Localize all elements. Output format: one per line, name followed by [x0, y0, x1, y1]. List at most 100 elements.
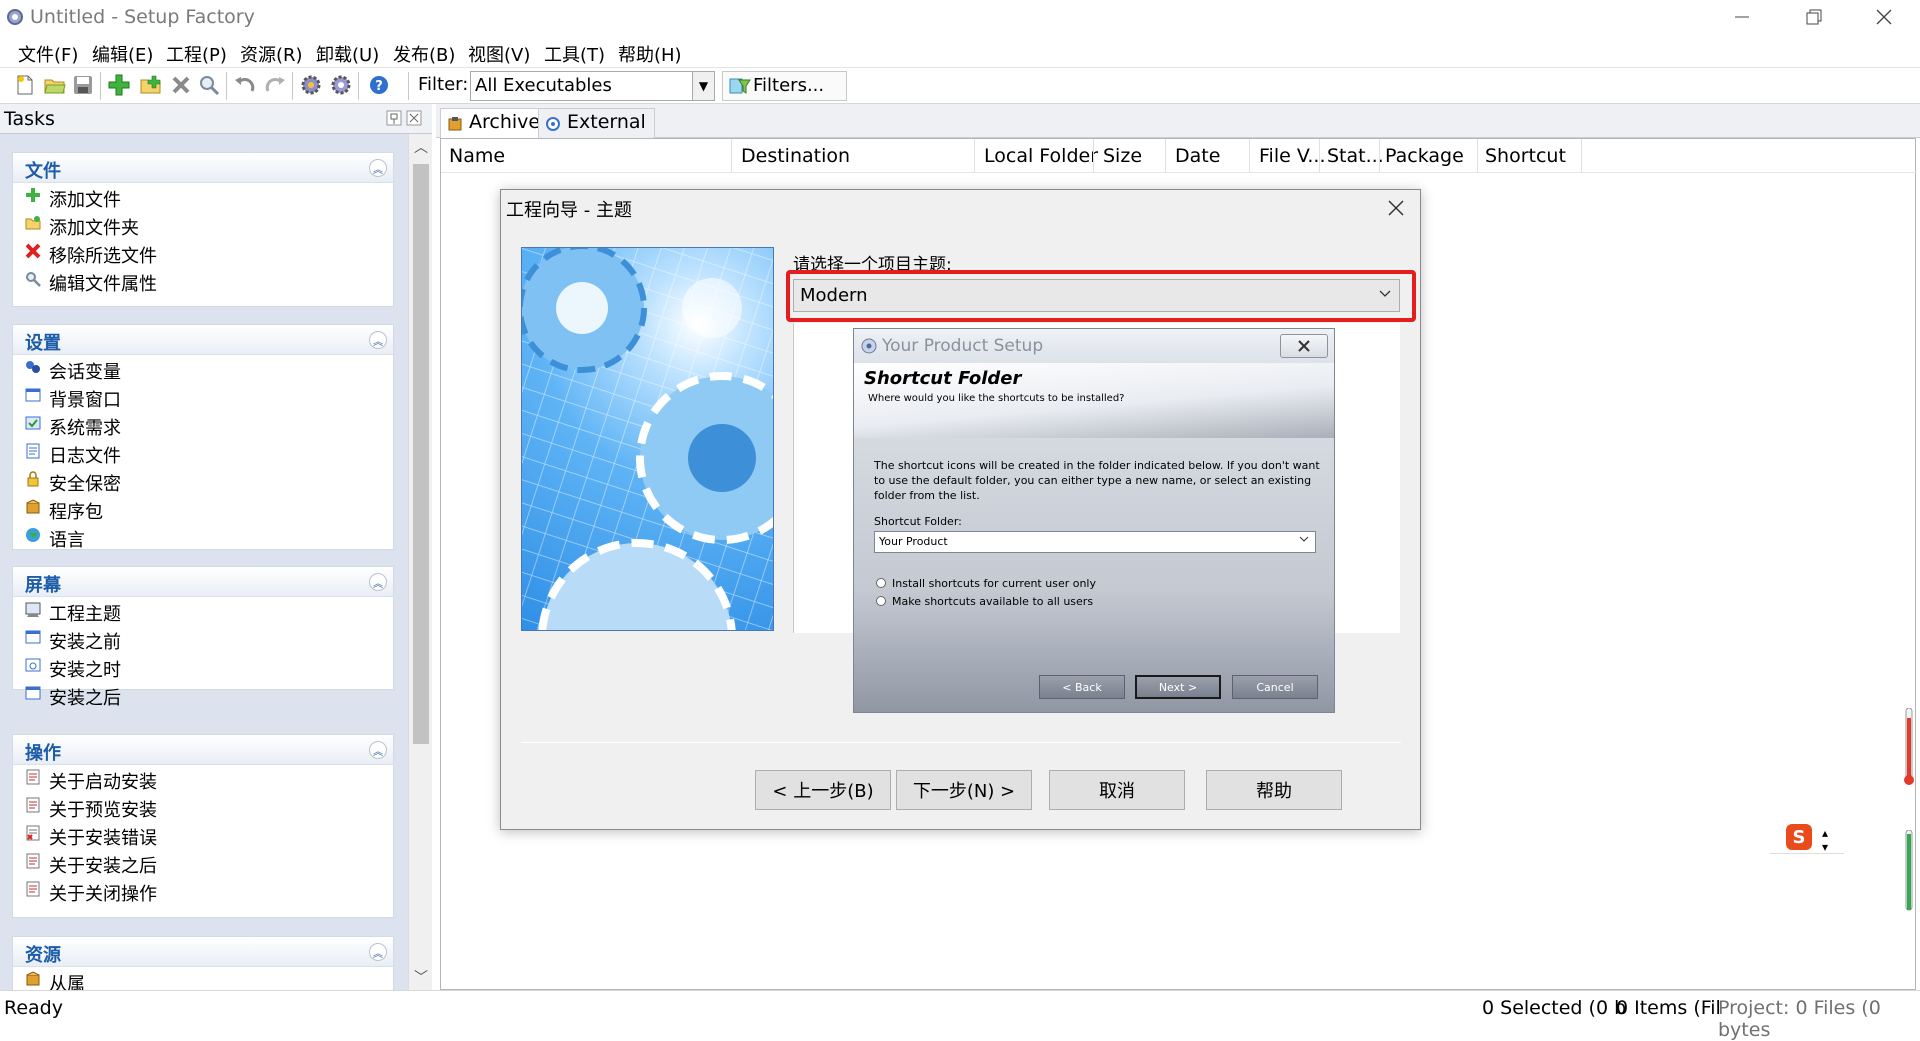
task-packages[interactable]: 程序包 [13, 495, 393, 523]
scroll-up-icon[interactable]: ︿ [409, 136, 433, 158]
section-actions-header[interactable]: 操作 ︽ [13, 735, 393, 765]
section-screens-header[interactable]: 屏幕 ︽ [13, 567, 393, 597]
pin-icon[interactable] [386, 110, 402, 131]
task-before-install[interactable]: 安装之前 [13, 625, 393, 653]
column-local-folder[interactable]: Local Folder [984, 145, 1098, 167]
add-folder-icon[interactable] [138, 72, 164, 98]
close-button[interactable] [1848, 0, 1920, 34]
wizard-cancel-button[interactable]: 取消 [1049, 770, 1185, 810]
column-size[interactable]: Size [1103, 145, 1142, 167]
menu-resources[interactable]: 资源(R) [240, 41, 303, 67]
column-name[interactable]: Name [449, 145, 505, 167]
task-security[interactable]: 安全保密 [13, 467, 393, 495]
settings-gear-icon[interactable] [328, 72, 354, 98]
collapse-icon[interactable]: ︽ [369, 943, 387, 961]
remove-icon[interactable] [168, 72, 194, 98]
ime-toolbar[interactable]: S ▴ ▾ [1770, 820, 1844, 854]
wizard-cancel-label: 取消 [1099, 781, 1135, 802]
menu-publish[interactable]: 发布(B) [393, 41, 455, 67]
add-file-icon[interactable] [106, 72, 132, 98]
task-system-requirements[interactable]: 系统需求 [13, 411, 393, 439]
task-on-startup[interactable]: 关于启动安装 [13, 765, 393, 793]
column-date[interactable]: Date [1175, 145, 1220, 167]
column-status[interactable]: Stat... [1327, 145, 1384, 167]
task-on-shutdown[interactable]: 关于关闭操作 [13, 877, 393, 905]
task-on-post-install[interactable]: 关于安装之后 [13, 849, 393, 877]
screen-icon [25, 685, 41, 701]
task-log-file-label: 日志文件 [49, 446, 121, 467]
undo-icon[interactable] [232, 72, 258, 98]
task-on-preload[interactable]: 关于预览安装 [13, 793, 393, 821]
restore-button[interactable] [1778, 0, 1850, 34]
task-session-vars[interactable]: 会话变量 [13, 355, 393, 383]
scroll-thumb[interactable] [413, 164, 429, 744]
preview-folder-select: Your Product [874, 531, 1316, 553]
search-icon[interactable] [196, 72, 222, 98]
task-background-window[interactable]: 背景窗口 [13, 383, 393, 411]
menu-tools[interactable]: 工具(T) [544, 41, 605, 67]
tasks-pane: Tasks 文件 ︽ 添加文件 添加文件夹 移除所选文件 编辑文件属性 设置 ︽… [0, 104, 432, 990]
task-during-install[interactable]: 安装之时 [13, 653, 393, 681]
task-remove-files[interactable]: 移除所选文件 [13, 239, 393, 267]
preview-back-button: < Back [1039, 675, 1125, 699]
preview-radio-all-users-label: Make shortcuts available to all users [892, 595, 1094, 608]
ime-menu-icon[interactable]: ▴ ▾ [1822, 826, 1828, 854]
tab-external[interactable]: External [538, 108, 655, 138]
wizard-divider [521, 742, 1401, 743]
help-icon[interactable]: ? [366, 72, 392, 98]
tab-archive[interactable]: Archive [440, 108, 550, 138]
wizard-side-image [521, 247, 774, 631]
task-after-install[interactable]: 安装之后 [13, 681, 393, 709]
filter-select[interactable]: All Executables ▼ [470, 71, 715, 101]
menu-view[interactable]: 视图(V) [468, 41, 530, 67]
column-file-version[interactable]: File V... [1259, 145, 1326, 167]
sogou-ime-icon[interactable]: S [1786, 824, 1812, 850]
section-resources-header[interactable]: 资源 ︽ [13, 937, 393, 967]
script-error-icon [25, 825, 41, 841]
menu-file[interactable]: 文件(F) [18, 41, 78, 67]
task-log-file[interactable]: 日志文件 [13, 439, 393, 467]
menu-project[interactable]: 工程(P) [166, 41, 227, 67]
collapse-icon[interactable]: ︽ [369, 331, 387, 349]
task-add-file[interactable]: 添加文件 [13, 183, 393, 211]
preview-close-icon [1280, 334, 1328, 358]
redo-icon[interactable] [262, 72, 288, 98]
column-shortcut[interactable]: Shortcut [1485, 145, 1566, 167]
open-folder-icon[interactable] [42, 72, 68, 98]
menu-help[interactable]: 帮助(H) [618, 41, 682, 67]
filter-select-value: All Executables [475, 75, 612, 96]
task-project-theme-label: 工程主题 [49, 604, 121, 625]
menu-uninstall[interactable]: 卸载(U) [316, 41, 379, 67]
task-dependencies-label: 从属 [49, 974, 85, 990]
pane-close-icon[interactable] [406, 110, 422, 131]
section-settings-header[interactable]: 设置 ︽ [13, 325, 393, 355]
collapse-icon[interactable]: ︽ [369, 741, 387, 759]
save-icon[interactable] [70, 72, 96, 98]
menu-edit[interactable]: 编辑(E) [92, 41, 153, 67]
task-project-theme[interactable]: 工程主题 [13, 597, 393, 625]
filters-button[interactable]: Filters... [722, 71, 847, 101]
wizard-back-button[interactable]: < 上一步(B) [755, 770, 891, 810]
build-gear-icon[interactable] [298, 72, 324, 98]
task-edit-file-props[interactable]: 编辑文件属性 [13, 267, 393, 295]
task-language[interactable]: 语言 [13, 523, 393, 551]
task-on-error[interactable]: 关于安装错误 [13, 821, 393, 849]
menu-bar: 文件(F) 编辑(E) 工程(P) 资源(R) 卸载(U) 发布(B) 视图(V… [0, 36, 1920, 68]
wizard-next-button[interactable]: 下一步(N) > [896, 770, 1032, 810]
minimize-button[interactable] [1706, 0, 1778, 34]
collapse-icon[interactable]: ︽ [369, 159, 387, 177]
wizard-help-button[interactable]: 帮助 [1206, 770, 1342, 810]
filter-label: Filter: [418, 74, 469, 95]
column-destination[interactable]: Destination [741, 145, 850, 167]
status-project: Project: 0 Files (0 bytes [1718, 997, 1881, 1041]
tasks-scrollbar[interactable]: ︿ ﹀ [408, 134, 432, 990]
task-add-folder[interactable]: 添加文件夹 [13, 211, 393, 239]
collapse-icon[interactable]: ︽ [369, 573, 387, 591]
section-file-header[interactable]: 文件 ︽ [13, 153, 393, 183]
scroll-down-icon[interactable]: ﹀ [409, 966, 433, 988]
new-project-icon[interactable] [12, 72, 38, 98]
task-security-label: 安全保密 [49, 474, 121, 495]
task-dependencies[interactable]: 从属 [13, 967, 393, 990]
column-package[interactable]: Package [1385, 145, 1464, 167]
wizard-close-icon[interactable] [1382, 194, 1410, 222]
